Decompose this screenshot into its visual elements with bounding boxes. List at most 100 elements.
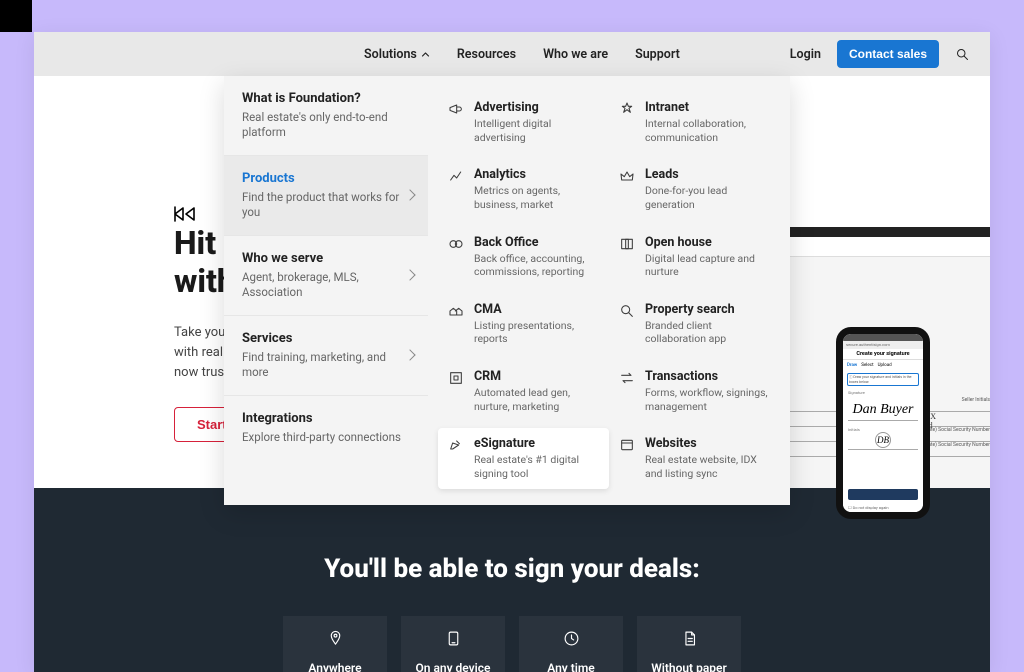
chevron-up-icon [421, 50, 430, 59]
tile-label: Any time [547, 661, 595, 672]
star-icon [619, 101, 635, 117]
product-desc: Branded client collaboration app [645, 319, 770, 346]
tile-label: Without paper [651, 661, 727, 672]
product-leads[interactable]: Leads Done-for-you lead generation [609, 159, 780, 219]
login-link[interactable]: Login [790, 47, 821, 62]
product-desc: Digital lead capture and nurture [645, 252, 770, 279]
nav-support[interactable]: Support [635, 47, 680, 62]
phone-signature: Dan Buyer [848, 399, 918, 421]
benefits-heading: You'll be able to sign your deals: [34, 554, 990, 584]
mega-cat-desc: Find the product that works for you [242, 190, 410, 220]
target-icon [448, 370, 464, 386]
search-icon [619, 303, 635, 319]
product-title: CMA [474, 302, 599, 317]
product-back-office[interactable]: Back Office Back office, accounting, comm… [438, 227, 609, 287]
mega-cat-title: Services [242, 331, 410, 346]
product-desc: Internal collaboration, communication [645, 117, 770, 144]
window-icon [619, 437, 635, 453]
mega-category-foundation[interactable]: What is Foundation? Real estate's only e… [224, 76, 428, 156]
nav-right: Login Contact sales [790, 40, 970, 68]
currency-icon [448, 236, 464, 252]
product-title: Websites [645, 436, 770, 451]
nav-who-we-are[interactable]: Who we are [543, 47, 608, 62]
nav-who-label: Who we are [543, 47, 608, 62]
benefits-tiles: Anywhere On any device Any time Without … [34, 616, 990, 672]
mega-cat-desc: Find training, marketing, and more [242, 350, 410, 380]
nav-solutions[interactable]: Solutions [364, 47, 430, 62]
mega-category-integrations[interactable]: Integrations Explore third-party connect… [224, 396, 428, 460]
mega-cat-desc: Real estate's only end-to-end platform [242, 110, 410, 140]
contact-sales-button[interactable]: Contact sales [837, 40, 939, 68]
product-title: CRM [474, 369, 599, 384]
mega-cat-title: What is Foundation? [242, 91, 410, 106]
pen-icon [448, 437, 464, 453]
product-advertising[interactable]: Advertising Intelligent digital advertisi… [438, 92, 609, 152]
product-desc: Done-for-you lead generation [645, 184, 770, 211]
phone-label: Signature [848, 390, 918, 395]
topbar: Solutions Resources Who we are Support L… [34, 32, 990, 76]
crown-icon [619, 168, 635, 184]
mega-menu-products-grid: Advertising Intelligent digital advertisi… [428, 76, 790, 505]
brand-logo-corner [0, 0, 32, 32]
phone-tab: Draw [847, 363, 857, 368]
product-esignature[interactable]: eSignature Real estate's #1 digital signi… [438, 428, 609, 488]
product-desc: Listing presentations, reports [474, 319, 599, 346]
product-title: Analytics [474, 167, 599, 182]
nav-support-label: Support [635, 47, 680, 62]
product-crm[interactable]: CRM Automated lead gen, nurture, marketin… [438, 361, 609, 421]
tile-any-time: Any time [519, 616, 623, 672]
phone-hint: ⓘ Draw your signature and initials in th… [847, 373, 919, 386]
mega-category-who-we-serve[interactable]: Who we serve Agent, brokerage, MLS, Asso… [224, 236, 428, 316]
phone-url: secure.authentisign.com [843, 341, 923, 349]
product-desc: Intelligent digital advertising [474, 117, 599, 144]
pin-icon [327, 630, 344, 647]
phone-mockup: secure.authentisign.com Create your sign… [836, 327, 930, 519]
nav-resources[interactable]: Resources [457, 47, 516, 62]
product-desc: Back office, accounting, commissions, re… [474, 252, 599, 279]
document-icon [681, 630, 698, 647]
megaphone-icon [448, 101, 464, 117]
product-title: Intranet [645, 100, 770, 115]
mega-category-products[interactable]: Products Find the product that works for… [224, 156, 428, 236]
product-desc: Real estate's #1 digital signing tool [474, 453, 599, 480]
tile-label: On any device [415, 661, 490, 672]
nav-solutions-label: Solutions [364, 47, 417, 62]
product-title: Open house [645, 235, 770, 250]
product-open-house[interactable]: Open house Digital lead capture and nurtu… [609, 227, 780, 287]
product-analytics[interactable]: AnalyticsMetrics on agents, business, ma… [438, 159, 609, 219]
page-frame: Solutions Resources Who we are Support L… [34, 32, 990, 672]
nav-resources-label: Resources [457, 47, 516, 62]
tile-anywhere: Anywhere [283, 616, 387, 672]
product-title: Back Office [474, 235, 599, 250]
field-label: Seller Initials [962, 397, 990, 403]
phone-checkbox-label: ☐ Do not display again [848, 505, 889, 510]
phone-tab: Select [861, 363, 873, 368]
product-cma[interactable]: CMA Listing presentations, reports [438, 294, 609, 354]
mega-category-services[interactable]: Services Find training, marketing, and m… [224, 316, 428, 396]
product-property-search[interactable]: Property searchBranded client collaborat… [609, 294, 780, 354]
device-icon [445, 630, 462, 647]
product-desc: Forms, workflow, signings, management [645, 386, 770, 413]
product-title: eSignature [474, 436, 599, 451]
phone-initials: DB [875, 432, 891, 448]
product-websites[interactable]: WebsitesReal estate website, IDX and lis… [609, 428, 780, 488]
mega-cat-title: Products [242, 171, 410, 186]
mega-menu-categories: What is Foundation? Real estate's only e… [224, 76, 428, 505]
mega-cat-desc: Agent, brokerage, MLS, Association [242, 270, 410, 300]
search-icon[interactable] [955, 47, 970, 62]
product-transactions[interactable]: Transactions Forms, workflow, signings, m… [609, 361, 780, 421]
arrows-icon [619, 370, 635, 386]
phone-title: Create your signature [843, 349, 923, 360]
phone-tab: Upload [878, 363, 892, 368]
product-title: Advertising [474, 100, 599, 115]
brand-mark-icon [174, 206, 200, 222]
mega-cat-title: Who we serve [242, 251, 410, 266]
clock-icon [563, 630, 580, 647]
product-title: Leads [645, 167, 770, 182]
product-intranet[interactable]: Intranet Internal collaboration, communic… [609, 92, 780, 152]
tile-any-device: On any device [401, 616, 505, 672]
product-title: Transactions [645, 369, 770, 384]
product-desc: Automated lead gen, nurture, marketing [474, 386, 599, 413]
door-icon [619, 236, 635, 252]
houses-icon [448, 303, 464, 319]
